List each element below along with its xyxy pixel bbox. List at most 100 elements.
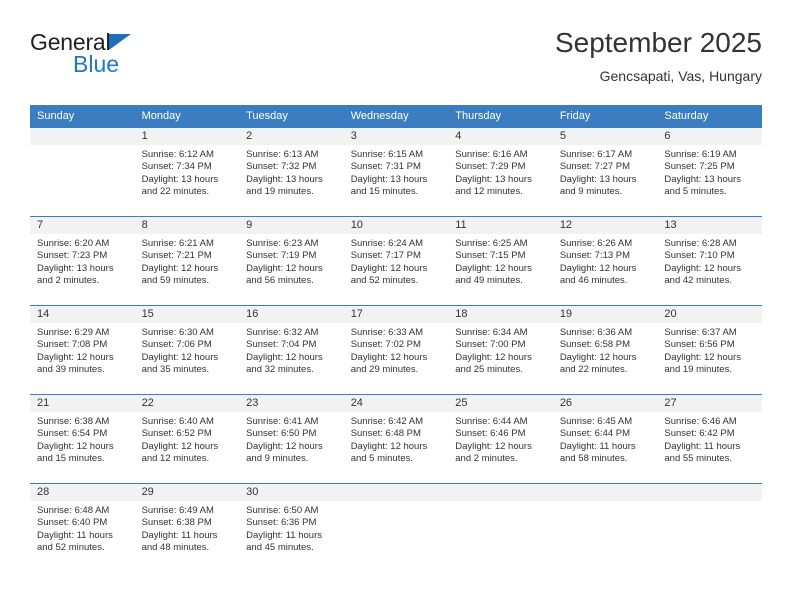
day-number: 28 [30, 484, 135, 501]
sunset-text: Sunset: 7:08 PM [37, 339, 108, 351]
calendar-body: 1 Sunrise: 6:12 AM Sunset: 7:34 PM Daylight… [30, 127, 762, 573]
day-cell[interactable]: 9 Sunrise: 6:23 AM Sunset: 7:19 PM Daylight… [239, 217, 344, 306]
day-details: Sunrise: 6:28 AM Sunset: 7:10 PM Daylight:… [657, 234, 762, 288]
sunrise-text: Sunrise: 6:42 AM [350, 416, 424, 427]
sunrise-text: Sunrise: 6:33 AM [350, 327, 424, 338]
daylight-text-line1: Daylight: 13 hours [559, 173, 637, 185]
day-cell[interactable]: 6 Sunrise: 6:19 AM Sunset: 7:25 PM Daylight… [657, 128, 762, 217]
calendar-table: Sunday Monday Tuesday Wednesday Thursday… [30, 105, 762, 572]
day-cell[interactable]: 2 Sunrise: 6:13 AM Sunset: 7:32 PM Daylight… [239, 128, 344, 217]
day-number: 19 [552, 306, 658, 323]
day-number: 24 [343, 395, 449, 412]
sunset-text: Sunset: 7:25 PM [664, 161, 735, 173]
day-number: 2 [239, 128, 344, 145]
day-cell[interactable]: 19 Sunrise: 6:36 AM Sunset: 6:58 PM Dayligh… [552, 306, 658, 395]
daylight-text-line2: and 15 minutes. [37, 453, 105, 465]
sunset-text: Sunset: 7:17 PM [350, 250, 421, 262]
day-details: Sunrise: 6:17 AM Sunset: 7:27 PM Daylight:… [553, 145, 658, 199]
day-details: Sunrise: 6:48 AM Sunset: 6:40 PM Daylight:… [30, 501, 135, 555]
day-cell[interactable]: 30 Sunrise: 6:50 AM Sunset: 6:36 PM Dayligh… [239, 484, 344, 573]
sunrise-text: Sunrise: 6:45 AM [559, 416, 633, 427]
day-cell[interactable]: 23 Sunrise: 6:41 AM Sunset: 6:50 PM Dayligh… [239, 395, 344, 484]
sunrise-text: Sunrise: 6:28 AM [664, 238, 737, 249]
day-cell[interactable]: 10 Sunrise: 6:24 AM Sunset: 7:17 PM Dayligh… [343, 217, 449, 306]
daylight-text-line2: and 12 minutes. [455, 186, 523, 198]
sunset-text: Sunset: 6:38 PM [141, 517, 212, 529]
daylight-text-line1: Daylight: 11 hours [37, 529, 113, 541]
day-cell[interactable] [552, 484, 658, 573]
daylight-text-line1: Daylight: 12 hours [664, 262, 741, 274]
day-number [30, 128, 135, 145]
day-cell[interactable]: 4 Sunrise: 6:16 AM Sunset: 7:29 PM Daylight… [448, 128, 553, 217]
page-title: September 2025 [554, 27, 762, 58]
logo-triangle-icon [109, 34, 132, 50]
day-number: 4 [448, 128, 553, 145]
day-cell[interactable]: 28 Sunrise: 6:48 AM Sunset: 6:40 PM Dayligh… [30, 484, 135, 573]
sunrise-text: Sunrise: 6:40 AM [141, 416, 214, 427]
day-cell[interactable] [343, 484, 449, 573]
day-number [657, 484, 762, 501]
day-details: Sunrise: 6:36 AM Sunset: 6:58 PM Daylight:… [553, 323, 658, 377]
sunrise-text: Sunrise: 6:29 AM [37, 327, 110, 338]
day-cell[interactable]: 29 Sunrise: 6:49 AM Sunset: 6:38 PM Dayligh… [134, 484, 240, 573]
day-cell[interactable]: 25 Sunrise: 6:44 AM Sunset: 6:46 PM Dayligh… [448, 395, 553, 484]
day-cell[interactable] [448, 484, 553, 573]
sunset-text: Sunset: 7:19 PM [246, 250, 317, 262]
day-details: Sunrise: 6:41 AM Sunset: 6:50 PM Daylight:… [239, 412, 344, 466]
sunrise-text: Sunrise: 6:23 AM [246, 238, 319, 249]
day-cell[interactable]: 26 Sunrise: 6:45 AM Sunset: 6:44 PM Dayligh… [552, 395, 658, 484]
day-cell[interactable]: 1 Sunrise: 6:12 AM Sunset: 7:34 PM Daylight… [134, 128, 240, 217]
day-cell[interactable]: 20 Sunrise: 6:37 AM Sunset: 6:56 PM Dayligh… [657, 306, 762, 395]
day-cell[interactable]: 7 Sunrise: 6:20 AM Sunset: 7:23 PM Daylight… [30, 217, 135, 306]
day-number: 26 [552, 395, 658, 412]
daylight-text-line1: Daylight: 12 hours [455, 262, 532, 274]
daylight-text-line1: Daylight: 12 hours [664, 351, 741, 363]
daylight-text-line2: and 9 minutes. [559, 186, 623, 198]
sunset-text: Sunset: 7:27 PM [559, 161, 631, 173]
sunset-text: Sunset: 7:00 PM [455, 339, 526, 351]
day-cell[interactable]: 13 Sunrise: 6:28 AM Sunset: 7:10 PM Dayligh… [657, 217, 762, 306]
daylight-text-line1: Daylight: 12 hours [559, 262, 637, 274]
day-number: 23 [239, 395, 344, 412]
weekday-header-friday: Friday [552, 105, 658, 128]
day-cell[interactable]: 17 Sunrise: 6:33 AM Sunset: 7:02 PM Dayligh… [343, 306, 449, 395]
sunrise-text: Sunrise: 6:15 AM [350, 149, 424, 160]
logo-top-row: General [30, 30, 270, 54]
day-number: 13 [657, 217, 762, 234]
week-row: 1 Sunrise: 6:12 AM Sunset: 7:34 PM Daylight… [30, 127, 762, 217]
day-details: Sunrise: 6:15 AM Sunset: 7:31 PM Daylight:… [344, 145, 449, 199]
day-details: Sunrise: 6:25 AM Sunset: 7:15 PM Daylight:… [448, 234, 553, 288]
day-cell[interactable] [30, 128, 135, 217]
day-cell[interactable]: 14 Sunrise: 6:29 AM Sunset: 7:08 PM Dayligh… [30, 306, 135, 395]
sunrise-text: Sunrise: 6:25 AM [455, 238, 528, 249]
day-cell[interactable]: 27 Sunrise: 6:46 AM Sunset: 6:42 PM Dayligh… [657, 395, 762, 484]
daylight-text-line2: and 59 minutes. [141, 275, 210, 287]
sunset-text: Sunset: 6:36 PM [246, 517, 317, 529]
day-cell[interactable]: 8 Sunrise: 6:21 AM Sunset: 7:21 PM Daylight… [134, 217, 240, 306]
day-cell[interactable]: 22 Sunrise: 6:40 AM Sunset: 6:52 PM Dayligh… [134, 395, 240, 484]
day-number: 15 [134, 306, 240, 323]
day-cell[interactable]: 16 Sunrise: 6:32 AM Sunset: 7:04 PM Dayligh… [239, 306, 344, 395]
day-cell[interactable]: 5 Sunrise: 6:17 AM Sunset: 7:27 PM Daylight… [552, 128, 658, 217]
day-details: Sunrise: 6:33 AM Sunset: 7:02 PM Daylight:… [344, 323, 449, 377]
daylight-text-line1: Daylight: 12 hours [246, 262, 323, 274]
sunrise-text: Sunrise: 6:21 AM [141, 238, 214, 249]
daylight-text-line2: and 19 minutes. [246, 186, 314, 198]
day-cell[interactable]: 11 Sunrise: 6:25 AM Sunset: 7:15 PM Dayligh… [448, 217, 553, 306]
sunrise-text: Sunrise: 6:41 AM [246, 416, 319, 427]
sunset-text: Sunset: 6:54 PM [37, 428, 108, 440]
day-cell[interactable]: 15 Sunrise: 6:30 AM Sunset: 7:06 PM Dayligh… [134, 306, 240, 395]
daylight-text-line1: Daylight: 11 hours [664, 440, 741, 452]
daylight-text-line1: Daylight: 13 hours [37, 262, 114, 274]
day-cell[interactable]: 12 Sunrise: 6:26 AM Sunset: 7:13 PM Dayligh… [552, 217, 658, 306]
day-cell[interactable]: 3 Sunrise: 6:15 AM Sunset: 7:31 PM Daylight… [343, 128, 449, 217]
day-cell[interactable]: 18 Sunrise: 6:34 AM Sunset: 7:00 PM Dayligh… [448, 306, 553, 395]
day-cell[interactable] [657, 484, 762, 573]
day-number: 22 [134, 395, 240, 412]
daylight-text-line2: and 52 minutes. [350, 275, 419, 287]
day-cell[interactable]: 24 Sunrise: 6:42 AM Sunset: 6:48 PM Dayligh… [343, 395, 449, 484]
general-blue-logo[interactable]: General Blue [30, 30, 270, 76]
weekday-header-row: Sunday Monday Tuesday Wednesday Thursday… [30, 105, 762, 128]
day-cell[interactable]: 21 Sunrise: 6:38 AM Sunset: 6:54 PM Dayligh… [30, 395, 135, 484]
sunrise-text: Sunrise: 6:26 AM [559, 238, 633, 249]
